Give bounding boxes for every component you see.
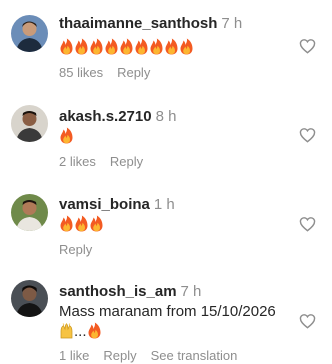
comment-header: akash.s.2710 8 h bbox=[59, 108, 176, 126]
timestamp: 7 h bbox=[180, 283, 202, 300]
heart-icon[interactable] bbox=[299, 216, 316, 232]
comment-header: santhosh_is_am 7 h bbox=[59, 283, 201, 301]
comment-actions: 2 likes Reply bbox=[59, 154, 157, 170]
ellipsis: ... bbox=[74, 323, 87, 340]
reply-button[interactable]: Reply bbox=[59, 242, 92, 257]
fire-emoji bbox=[59, 215, 74, 232]
likes-count[interactable]: 2 likes bbox=[59, 154, 96, 169]
fire-emoji bbox=[89, 215, 104, 232]
username[interactable]: vamsi_boina bbox=[59, 196, 150, 213]
flame-row bbox=[59, 215, 104, 232]
raised-hands-emoji bbox=[59, 323, 74, 339]
see-translation-button[interactable]: See translation bbox=[151, 348, 238, 363]
comment-text: Mass maranam from 15/10/2026 bbox=[59, 303, 276, 320]
comment-item: santhosh_is_am 7 h Mass maranam from 15/1… bbox=[0, 0, 332, 363]
reply-button[interactable]: Reply bbox=[110, 154, 143, 169]
timestamp: 8 h bbox=[155, 108, 177, 125]
fire-emoji bbox=[74, 215, 89, 232]
heart-icon[interactable] bbox=[299, 127, 316, 143]
flame-row bbox=[59, 127, 74, 144]
comment-actions: 1 like Reply See translation bbox=[59, 348, 251, 364]
fire-emoji bbox=[59, 127, 74, 144]
avatar[interactable] bbox=[11, 105, 48, 142]
avatar[interactable] bbox=[11, 194, 48, 231]
heart-icon[interactable] bbox=[299, 313, 316, 329]
reply-button[interactable]: Reply bbox=[103, 348, 136, 363]
username[interactable]: santhosh_is_am bbox=[59, 283, 177, 300]
comment-actions: Reply bbox=[59, 242, 106, 258]
likes-count[interactable]: 1 like bbox=[59, 348, 89, 363]
fire-emoji bbox=[87, 322, 102, 339]
username[interactable]: akash.s.2710 bbox=[59, 108, 152, 125]
comment-text-line2: ... bbox=[59, 322, 102, 341]
avatar[interactable] bbox=[11, 280, 48, 317]
comment-header: vamsi_boina 1 h bbox=[59, 196, 175, 214]
timestamp: 1 h bbox=[153, 196, 175, 213]
